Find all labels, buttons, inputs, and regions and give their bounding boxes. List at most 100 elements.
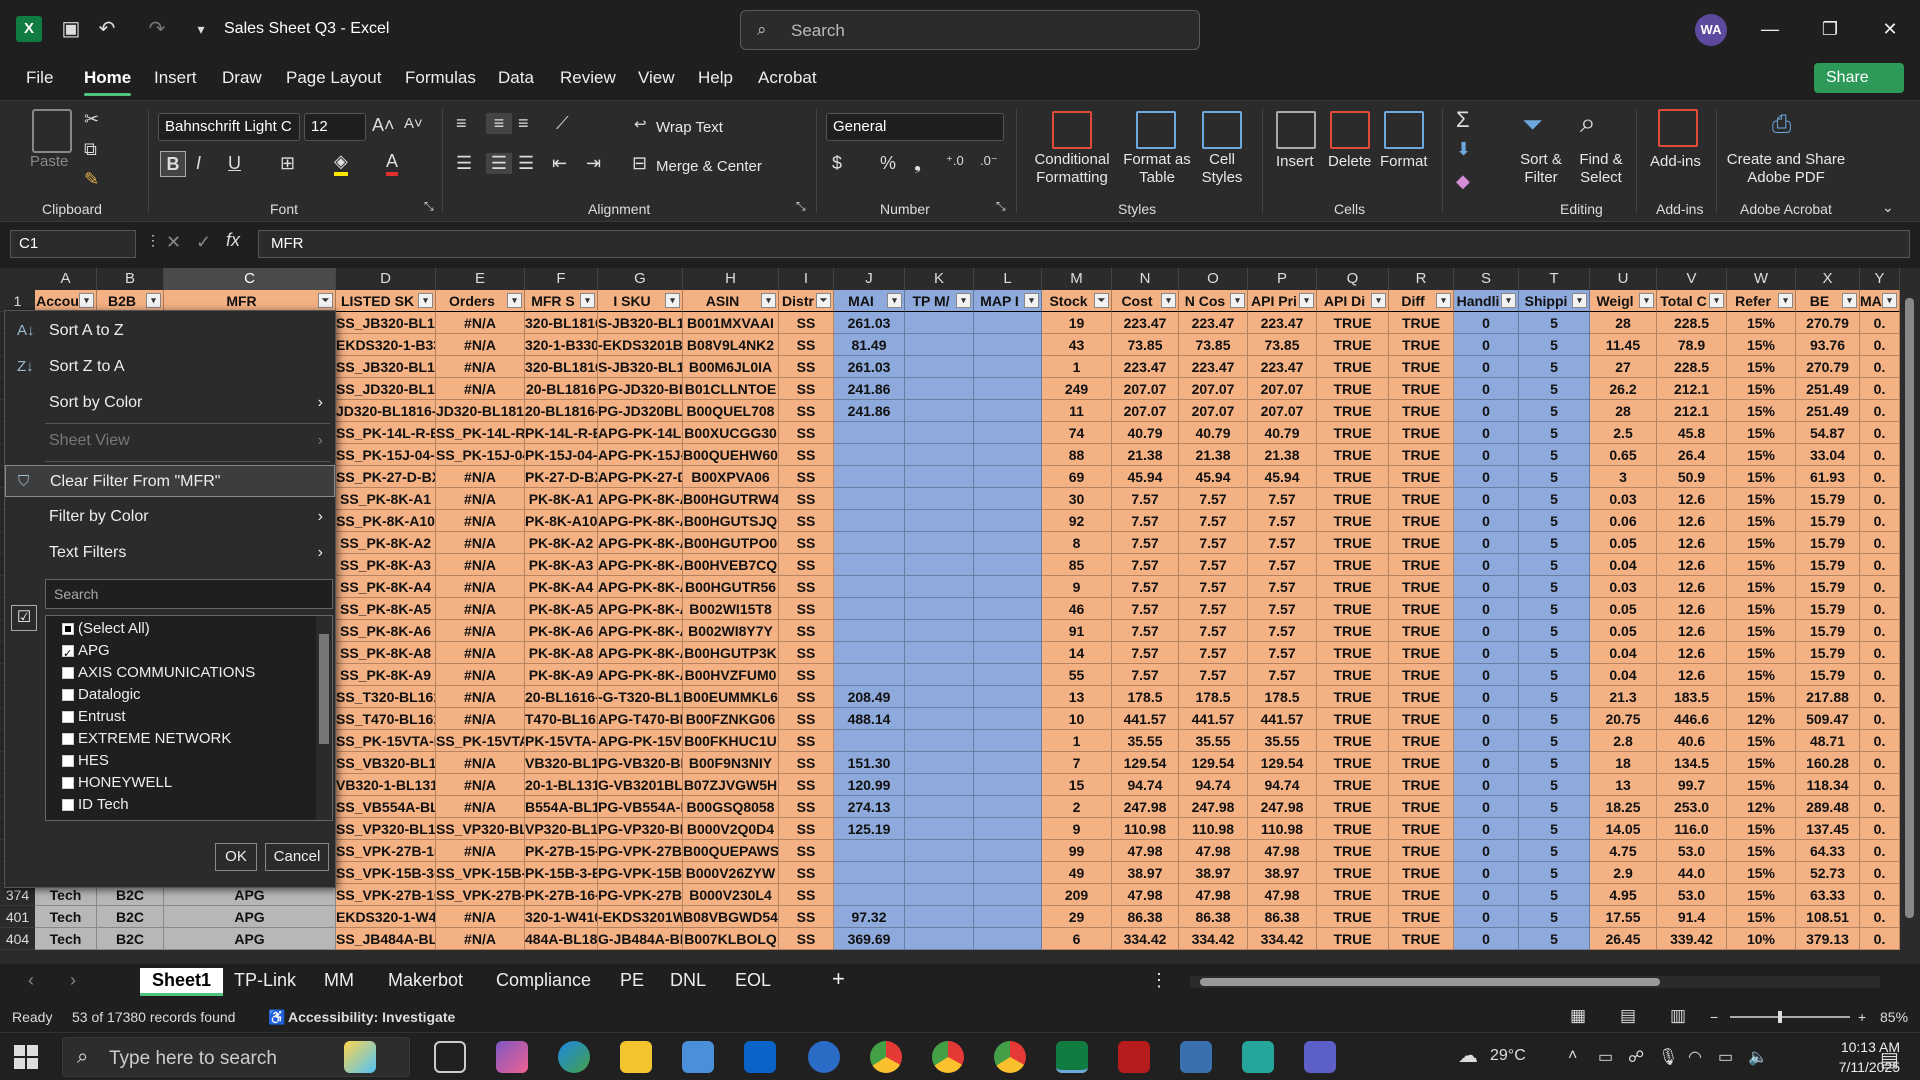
table-cell[interactable]: 484A-BL1816 xyxy=(525,928,598,950)
table-cell[interactable]: #N/A xyxy=(436,554,525,576)
table-cell[interactable]: 0 xyxy=(1454,642,1519,664)
table-cell[interactable]: TRUE xyxy=(1317,422,1389,444)
table-cell[interactable]: APG-PK-14L-R-B xyxy=(598,422,683,444)
chrome-icon[interactable] xyxy=(994,1041,1026,1073)
table-cell[interactable]: 97.32 xyxy=(834,906,905,928)
table-cell[interactable]: 110.98 xyxy=(1248,818,1317,840)
table-cell[interactable] xyxy=(974,554,1042,576)
table-cell[interactable]: 15% xyxy=(1727,576,1796,598)
table-cell[interactable]: 54.87 xyxy=(1796,422,1860,444)
table-cell[interactable]: SS_VPK-27B-15-B xyxy=(336,840,436,862)
table-cell[interactable]: 0. xyxy=(1860,664,1900,686)
table-cell[interactable]: 7.57 xyxy=(1112,620,1179,642)
table-cell[interactable]: APG-PK-8K-A1 xyxy=(598,488,683,510)
table-cell[interactable]: TRUE xyxy=(1389,686,1454,708)
filter-dropdown-icon[interactable]: ⏷ xyxy=(1094,293,1109,308)
table-cell[interactable] xyxy=(974,796,1042,818)
table-cell[interactable]: 270.79 xyxy=(1796,312,1860,334)
table-cell[interactable]: APG-PK-8K-A5 xyxy=(598,598,683,620)
next-sheet-icon[interactable]: › xyxy=(70,970,76,991)
filter-dropdown-icon[interactable]: ▾ xyxy=(1161,293,1176,308)
table-cell[interactable]: 334.42 xyxy=(1179,928,1248,950)
chevron-up-icon[interactable]: ˄ xyxy=(1568,1047,1577,1065)
chrome-icon[interactable] xyxy=(932,1041,964,1073)
table-cell[interactable]: 99.7 xyxy=(1657,774,1727,796)
table-cell[interactable]: 0 xyxy=(1454,906,1519,928)
table-cell[interactable]: 0 xyxy=(1454,730,1519,752)
excel-taskbar-icon[interactable] xyxy=(1056,1041,1088,1073)
filter-dropdown[interactable]: A↓ Sort A to Z Z↓ Sort Z to A Sort by Colo… xyxy=(4,310,336,888)
table-cell[interactable] xyxy=(974,774,1042,796)
table-cell[interactable]: 0 xyxy=(1454,356,1519,378)
table-cell[interactable] xyxy=(834,444,905,466)
table-cell[interactable]: SS_VP320-BL1416 xyxy=(436,818,525,840)
more-options-icon[interactable]: ⋮ xyxy=(1150,970,1168,991)
customize-toolbar-icon[interactable]: ▾ xyxy=(188,16,214,42)
delete-cells-button[interactable]: Delete xyxy=(1328,153,1371,171)
filter-dropdown-icon[interactable]: ▾ xyxy=(1299,293,1314,308)
table-cell[interactable]: TRUE xyxy=(1389,884,1454,906)
table-cell[interactable]: 13 xyxy=(1042,686,1112,708)
column-header-a[interactable]: A xyxy=(35,268,97,290)
table-cell[interactable] xyxy=(974,400,1042,422)
table-cell[interactable]: SS_VPK-27B-16-BX xyxy=(436,884,525,906)
table-cell[interactable]: 85 xyxy=(1042,554,1112,576)
table-cell[interactable]: 15% xyxy=(1727,752,1796,774)
table-cell[interactable]: 7.57 xyxy=(1179,488,1248,510)
table-cell[interactable]: 0. xyxy=(1860,730,1900,752)
sheet-tab-pe[interactable]: PE xyxy=(620,970,644,991)
checkbox-icon[interactable] xyxy=(62,711,74,723)
close-icon[interactable]: ✕ xyxy=(1870,12,1910,46)
underline-icon[interactable]: U xyxy=(228,153,241,174)
table-cell[interactable] xyxy=(834,884,905,906)
table-cell[interactable]: G-JB484A-BL181 xyxy=(598,928,683,950)
column-header-l[interactable]: L xyxy=(974,268,1042,290)
table-cell[interactable]: 14 xyxy=(1042,642,1112,664)
table-cell[interactable]: 0 xyxy=(1454,400,1519,422)
filter-list-scroll-thumb[interactable] xyxy=(319,634,329,744)
table-cell[interactable]: 5 xyxy=(1519,356,1590,378)
wifi-icon[interactable]: ◠ xyxy=(1688,1047,1702,1067)
table-cell[interactable]: APG-PK-8K-A10 xyxy=(598,510,683,532)
table-cell[interactable]: SS_PK-8K-A8 xyxy=(336,642,436,664)
table-cell[interactable]: 40.79 xyxy=(1112,422,1179,444)
table-cell[interactable]: 20-1-BL1313 xyxy=(525,774,598,796)
table-cell[interactable]: 0. xyxy=(1860,752,1900,774)
table-cell[interactable]: 21.38 xyxy=(1248,444,1317,466)
table-cell[interactable]: 20-BL1816 xyxy=(525,378,598,400)
table-cell[interactable]: 2 xyxy=(1042,796,1112,818)
table-cell[interactable]: 7.57 xyxy=(1112,488,1179,510)
table-cell[interactable]: 110.98 xyxy=(1112,818,1179,840)
column-header-m[interactable]: M xyxy=(1042,268,1112,290)
table-cell[interactable]: B554A-BL19 xyxy=(525,796,598,818)
table-cell[interactable]: 249 xyxy=(1042,378,1112,400)
table-cell[interactable]: #N/A xyxy=(436,576,525,598)
column-header-y[interactable]: Y xyxy=(1860,268,1900,290)
table-cell[interactable]: 5 xyxy=(1519,774,1590,796)
table-cell[interactable]: SS xyxy=(779,708,834,730)
table-cell[interactable]: PK-27-D-BX xyxy=(525,466,598,488)
table-cell[interactable]: TRUE xyxy=(1389,488,1454,510)
table-cell[interactable]: 0.04 xyxy=(1590,642,1657,664)
table-cell[interactable] xyxy=(974,818,1042,840)
table-cell[interactable] xyxy=(974,334,1042,356)
table-cell[interactable]: 0. xyxy=(1860,334,1900,356)
table-cell[interactable] xyxy=(974,906,1042,928)
table-cell[interactable]: 0. xyxy=(1860,862,1900,884)
table-cell[interactable]: 0. xyxy=(1860,422,1900,444)
table-cell[interactable]: 0. xyxy=(1860,796,1900,818)
table-cell[interactable]: APG xyxy=(164,906,336,928)
table-cell[interactable]: 94.74 xyxy=(1179,774,1248,796)
table-cell[interactable]: #N/A xyxy=(436,488,525,510)
table-cell[interactable]: SS xyxy=(779,312,834,334)
table-cell[interactable] xyxy=(905,642,974,664)
table-cell[interactable]: B00HGUTSJQ xyxy=(683,510,779,532)
table-cell[interactable]: 247.98 xyxy=(1112,796,1179,818)
cancel-button[interactable]: Cancel xyxy=(265,843,329,871)
table-cell[interactable]: PK-27B-15-B xyxy=(525,840,598,862)
table-cell[interactable] xyxy=(974,312,1042,334)
table-cell[interactable]: SS xyxy=(779,840,834,862)
table-cell[interactable]: 7.57 xyxy=(1112,576,1179,598)
normal-view-icon[interactable]: ▦ xyxy=(1570,1006,1586,1026)
table-cell[interactable]: 0. xyxy=(1860,774,1900,796)
